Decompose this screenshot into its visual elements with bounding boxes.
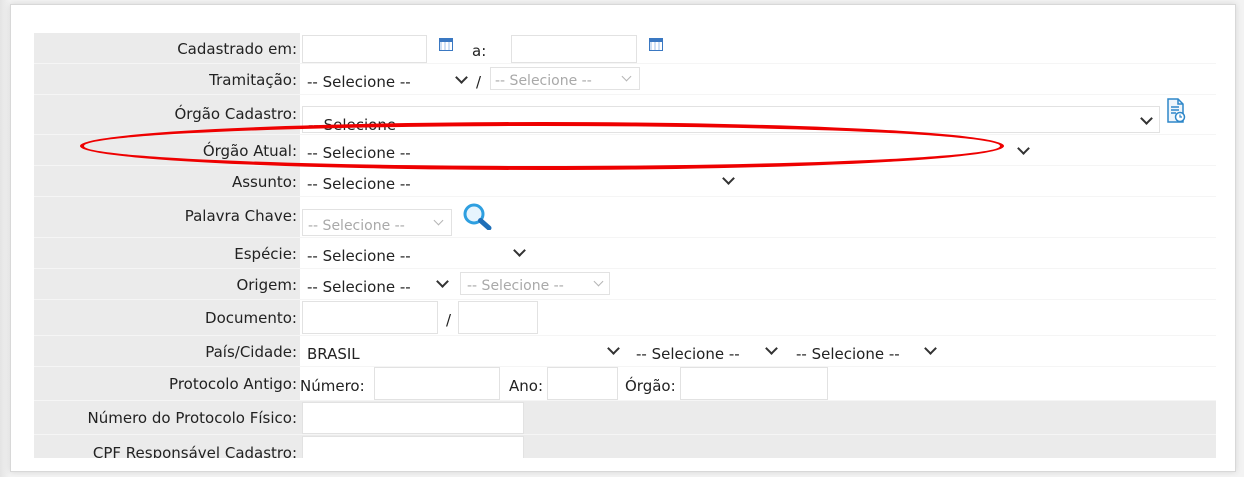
chevron-down-icon (1017, 142, 1030, 155)
chevron-down-icon (513, 244, 526, 257)
row-origem: Origem: -- Selecione -- -- Selecione -- (34, 269, 1216, 299)
numero-protocolo-fisico-input[interactable] (302, 402, 524, 434)
calendar-icon[interactable] (649, 38, 663, 51)
label-ano: Ano: (509, 377, 543, 395)
chevron-down-icon (765, 342, 778, 355)
label-palavra-chave: Palavra Chave: (184, 207, 297, 225)
label-cadastrado-em: Cadastrado em: (177, 40, 297, 58)
tramitacao-slash: / (476, 73, 482, 91)
row-cpf-responsavel: CPF Responsável Cadastro: (34, 435, 1216, 458)
label-especie: Espécie: (234, 245, 297, 263)
chevron-down-icon (621, 71, 632, 82)
row-numero-protocolo-fisico: Número do Protocolo Físico: (34, 401, 1216, 434)
protocolo-orgao-input[interactable] (680, 367, 828, 400)
calendar-icon[interactable] (439, 38, 453, 51)
chevron-down-icon (593, 276, 604, 287)
label-documento: Documento: (205, 309, 297, 327)
row-tramitacao: Tramitação: -- Selecione -- / -- Selecio… (34, 64, 1216, 94)
row-palavra-chave: Palavra Chave: -- Selecione -- (34, 197, 1216, 237)
documento-slash: / (446, 311, 452, 329)
cpf-responsavel-input[interactable] (302, 436, 524, 458)
chevron-down-icon (1140, 112, 1153, 125)
label-tramitacao: Tramitação: (209, 71, 297, 89)
chevron-down-icon (436, 275, 449, 288)
protocolo-numero-input[interactable] (374, 367, 500, 400)
chevron-down-icon (924, 342, 937, 355)
tramitacao-select-2[interactable]: -- Selecione -- (490, 67, 640, 90)
documento-ano-input[interactable] (458, 301, 538, 334)
date-to-input[interactable] (511, 35, 637, 63)
date-range-separator: a: (472, 42, 487, 60)
origem-select-2[interactable]: -- Selecione -- (460, 272, 610, 295)
label-numero-protocolo-fisico: Número do Protocolo Físico: (87, 409, 297, 427)
row-orgao-cadastro: Órgão Cadastro: -- Selecione -- (34, 95, 1216, 134)
label-numero: Número: (300, 377, 365, 395)
document-history-icon[interactable] (1166, 98, 1186, 124)
label-cpf-responsavel: CPF Responsável Cadastro: (92, 444, 297, 459)
label-protocolo-antigo: Protocolo Antigo: (169, 375, 297, 393)
label-orgao-atual: Órgão Atual: (202, 142, 297, 160)
row-cadastrado-em: Cadastrado em: a: (34, 33, 1216, 63)
left-shadow (0, 0, 10, 477)
row-assunto: Assunto: -- Selecione -- (34, 166, 1216, 196)
chevron-down-icon (433, 215, 444, 226)
row-especie: Espécie: -- Selecione -- (34, 238, 1216, 268)
label-orgao: Órgão: (625, 377, 676, 395)
label-orgao-cadastro: Órgão Cadastro: (174, 105, 297, 123)
label-assunto: Assunto: (231, 173, 297, 191)
chevron-down-icon (455, 71, 468, 84)
row-pais-cidade: País/Cidade: BRASIL -- Selecione -- -- S… (34, 336, 1216, 366)
search-icon[interactable] (462, 202, 494, 230)
documento-numero-input[interactable] (302, 301, 438, 334)
row-protocolo-antigo: Protocolo Antigo: Número: Ano: Órgão: (34, 367, 1216, 400)
search-form: Cadastrado em: a: Tramitação: -- Selecio… (34, 33, 1216, 458)
row-orgao-atual: Órgão Atual: -- Selecione -- (34, 135, 1216, 165)
label-pais-cidade: País/Cidade: (205, 343, 297, 361)
label-origem: Origem: (236, 276, 297, 294)
chevron-down-icon (722, 172, 735, 185)
palavra-chave-select[interactable]: -- Selecione -- (302, 209, 452, 236)
chevron-down-icon (607, 342, 620, 355)
orgao-cadastro-select[interactable]: -- Selecione -- (302, 106, 1160, 134)
row-documento: Documento: / (34, 300, 1216, 335)
protocolo-ano-input[interactable] (547, 367, 618, 400)
date-from-input[interactable] (302, 35, 427, 63)
